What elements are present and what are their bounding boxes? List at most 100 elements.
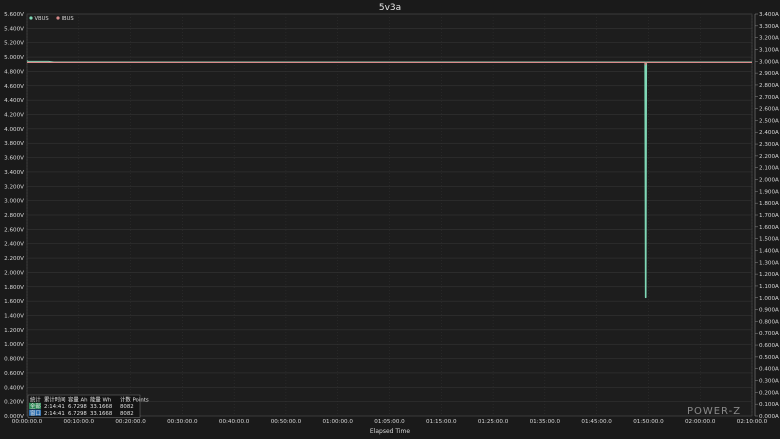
y-left-tick-label: 5.000V — [4, 55, 24, 61]
y-left-tick-label: 3.000V — [4, 199, 24, 205]
x-tick-label: 00:40:00.0 — [219, 419, 250, 425]
y-left-tick-label: 0.800V — [4, 357, 24, 363]
stats-cell: 6.7298 — [68, 404, 87, 410]
x-tick-label: 00:00:00.0 — [12, 419, 43, 425]
stats-header-cell: 计数 Points — [120, 395, 149, 403]
y-left-tick-label: 4.200V — [4, 113, 24, 119]
stats-header-cell: 统计 — [30, 395, 41, 403]
y-left-tick-label: 3.400V — [4, 170, 24, 176]
y-right-tick-label: 2.200A — [759, 154, 779, 160]
y-left-tick-label: 5.600V — [4, 12, 24, 18]
y-left-tick-label: 2.000V — [4, 270, 24, 276]
y-left-tick-label: 0.600V — [4, 371, 24, 377]
y-right-tick-label: 1.200A — [759, 272, 779, 278]
stats-cell: 33.1668 — [90, 404, 113, 410]
stats-header-cell: 能量 Wh — [90, 395, 111, 403]
legend-ibus-label: IBUS — [62, 16, 74, 22]
y-left-tick-label: 2.600V — [4, 227, 24, 233]
x-tick-label: 00:20:00.0 — [115, 419, 146, 425]
x-tick-label: 02:00:00.0 — [685, 419, 716, 425]
y-right-tick-label: 1.300A — [759, 260, 779, 266]
stats-cell: 33.1668 — [90, 411, 113, 417]
y-right-tick-label: 3.200A — [759, 36, 779, 42]
y-right-tick-label: 3.100A — [759, 47, 779, 53]
y-right-tick-label: 2.800A — [759, 83, 779, 89]
chart-svg: 5v3a 0.000V0.200V0.400V0.600V0.800V1.000… — [4, 3, 779, 435]
y-right-tick-label: 0.400A — [759, 367, 779, 373]
y-right-tick-label: 0.800A — [759, 319, 779, 325]
y-left-tick-label: 1.400V — [4, 314, 24, 320]
y-left-tick-label: 3.800V — [4, 141, 24, 147]
y-right-tick-label: 1.100A — [759, 284, 779, 290]
x-tick-label: 01:05:00.0 — [374, 419, 405, 425]
y-right-tick-label: 2.600A — [759, 107, 779, 113]
y-right-tick-label: 1.900A — [759, 189, 779, 195]
y-left-tick-label: 3.600V — [4, 156, 24, 162]
y-right-tick-label: 2.500A — [759, 118, 779, 124]
y-left-tick-label: 4.400V — [4, 98, 24, 104]
y-right-tick-label: 0.700A — [759, 331, 779, 337]
stats-row-label: 全部 — [30, 402, 41, 410]
y-right-tick-label: 0.500A — [759, 355, 779, 361]
y-right-tick-label: 0.900A — [759, 308, 779, 314]
y-right-tick-label: 0.600A — [759, 343, 779, 349]
stats-header-cell: 累计时间 — [44, 395, 66, 403]
y-right-tick-label: 1.600A — [759, 225, 779, 231]
y-left-tick-label: 4.000V — [4, 127, 24, 133]
y-right-tick-label: 3.400A — [759, 12, 779, 18]
y-right-tick-label: 0.100A — [759, 402, 779, 408]
stats-cell: 2:14:41 — [44, 411, 65, 417]
y-left-ticks: 0.000V0.200V0.400V0.600V0.800V1.000V1.20… — [4, 12, 24, 420]
watermark-logo: POWER-Z — [687, 406, 741, 417]
stats-cell: 8082 — [120, 404, 134, 410]
y-left-tick-label: 4.600V — [4, 84, 24, 90]
y-right-tick-label: 1.400A — [759, 248, 779, 254]
legend-vbus-marker — [29, 16, 33, 20]
x-tick-label: 01:45:00.0 — [581, 419, 612, 425]
y-left-tick-label: 3.200V — [4, 184, 24, 190]
stats-table: 统计 累计时间 容量 Ah 能量 Wh 计数 Points 全部 2:14:41 6.7298… — [27, 394, 149, 418]
x-tick-label: 02:10:00.0 — [737, 419, 768, 425]
y-left-tick-label: 1.800V — [4, 285, 24, 291]
y-right-tick-label: 2.000A — [759, 178, 779, 184]
y-right-tick-label: 3.000A — [759, 59, 779, 65]
y-right-tick-label: 1.800A — [759, 201, 779, 207]
y-left-tick-label: 2.400V — [4, 242, 24, 248]
y-left-tick-label: 2.200V — [4, 256, 24, 262]
chart-title: 5v3a — [379, 3, 401, 13]
y-right-tick-label: 1.500A — [759, 237, 779, 243]
y-right-ticks: 0.000A0.100A0.200A0.300A0.400A0.500A0.60… — [754, 12, 779, 420]
stats-cell: 8082 — [120, 411, 134, 417]
x-tick-label: 01:25:00.0 — [478, 419, 509, 425]
y-right-tick-label: 3.300A — [759, 24, 779, 30]
x-tick-label: 00:50:00.0 — [271, 419, 302, 425]
y-left-tick-label: 2.800V — [4, 213, 24, 219]
y-left-tick-label: 1.600V — [4, 299, 24, 305]
y-left-tick-label: 1.000V — [4, 342, 24, 348]
y-right-tick-label: 2.100A — [759, 166, 779, 172]
y-right-tick-label: 2.700A — [759, 95, 779, 101]
x-tick-label: 01:15:00.0 — [426, 419, 457, 425]
legend-vbus-label: VBUS — [35, 16, 49, 22]
x-axis-label: Elapsed Time — [370, 428, 410, 435]
y-right-tick-label: 1.000A — [759, 296, 779, 302]
y-left-tick-label: 1.200V — [4, 328, 24, 334]
grid — [26, 13, 753, 417]
x-tick-label: 01:00:00.0 — [322, 419, 353, 425]
legend-ibus-marker — [56, 16, 60, 20]
y-right-tick-label: 2.300A — [759, 142, 779, 148]
y-right-tick-label: 0.300A — [759, 379, 779, 385]
x-tick-label: 01:35:00.0 — [530, 419, 561, 425]
stats-cell: 6.7298 — [68, 411, 87, 417]
x-tick-label: 01:50:00.0 — [633, 419, 664, 425]
stats-cell: 2:14:41 — [44, 404, 65, 410]
y-right-tick-label: 0.200A — [759, 390, 779, 396]
chart-root: 5v3a 0.000V 0.200V 0.400V 0.600V 0.800V 1.000… — [0, 0, 780, 439]
y-right-tick-label: 2.400A — [759, 130, 779, 136]
y-left-tick-label: 5.400V — [4, 26, 24, 32]
y-left-tick-label: 5.200V — [4, 41, 24, 47]
stats-header-cell: 容量 Ah — [68, 395, 88, 403]
x-tick-label: 00:10:00.0 — [64, 419, 95, 425]
y-right-tick-label: 1.700A — [759, 213, 779, 219]
x-tick-label: 00:30:00.0 — [167, 419, 198, 425]
